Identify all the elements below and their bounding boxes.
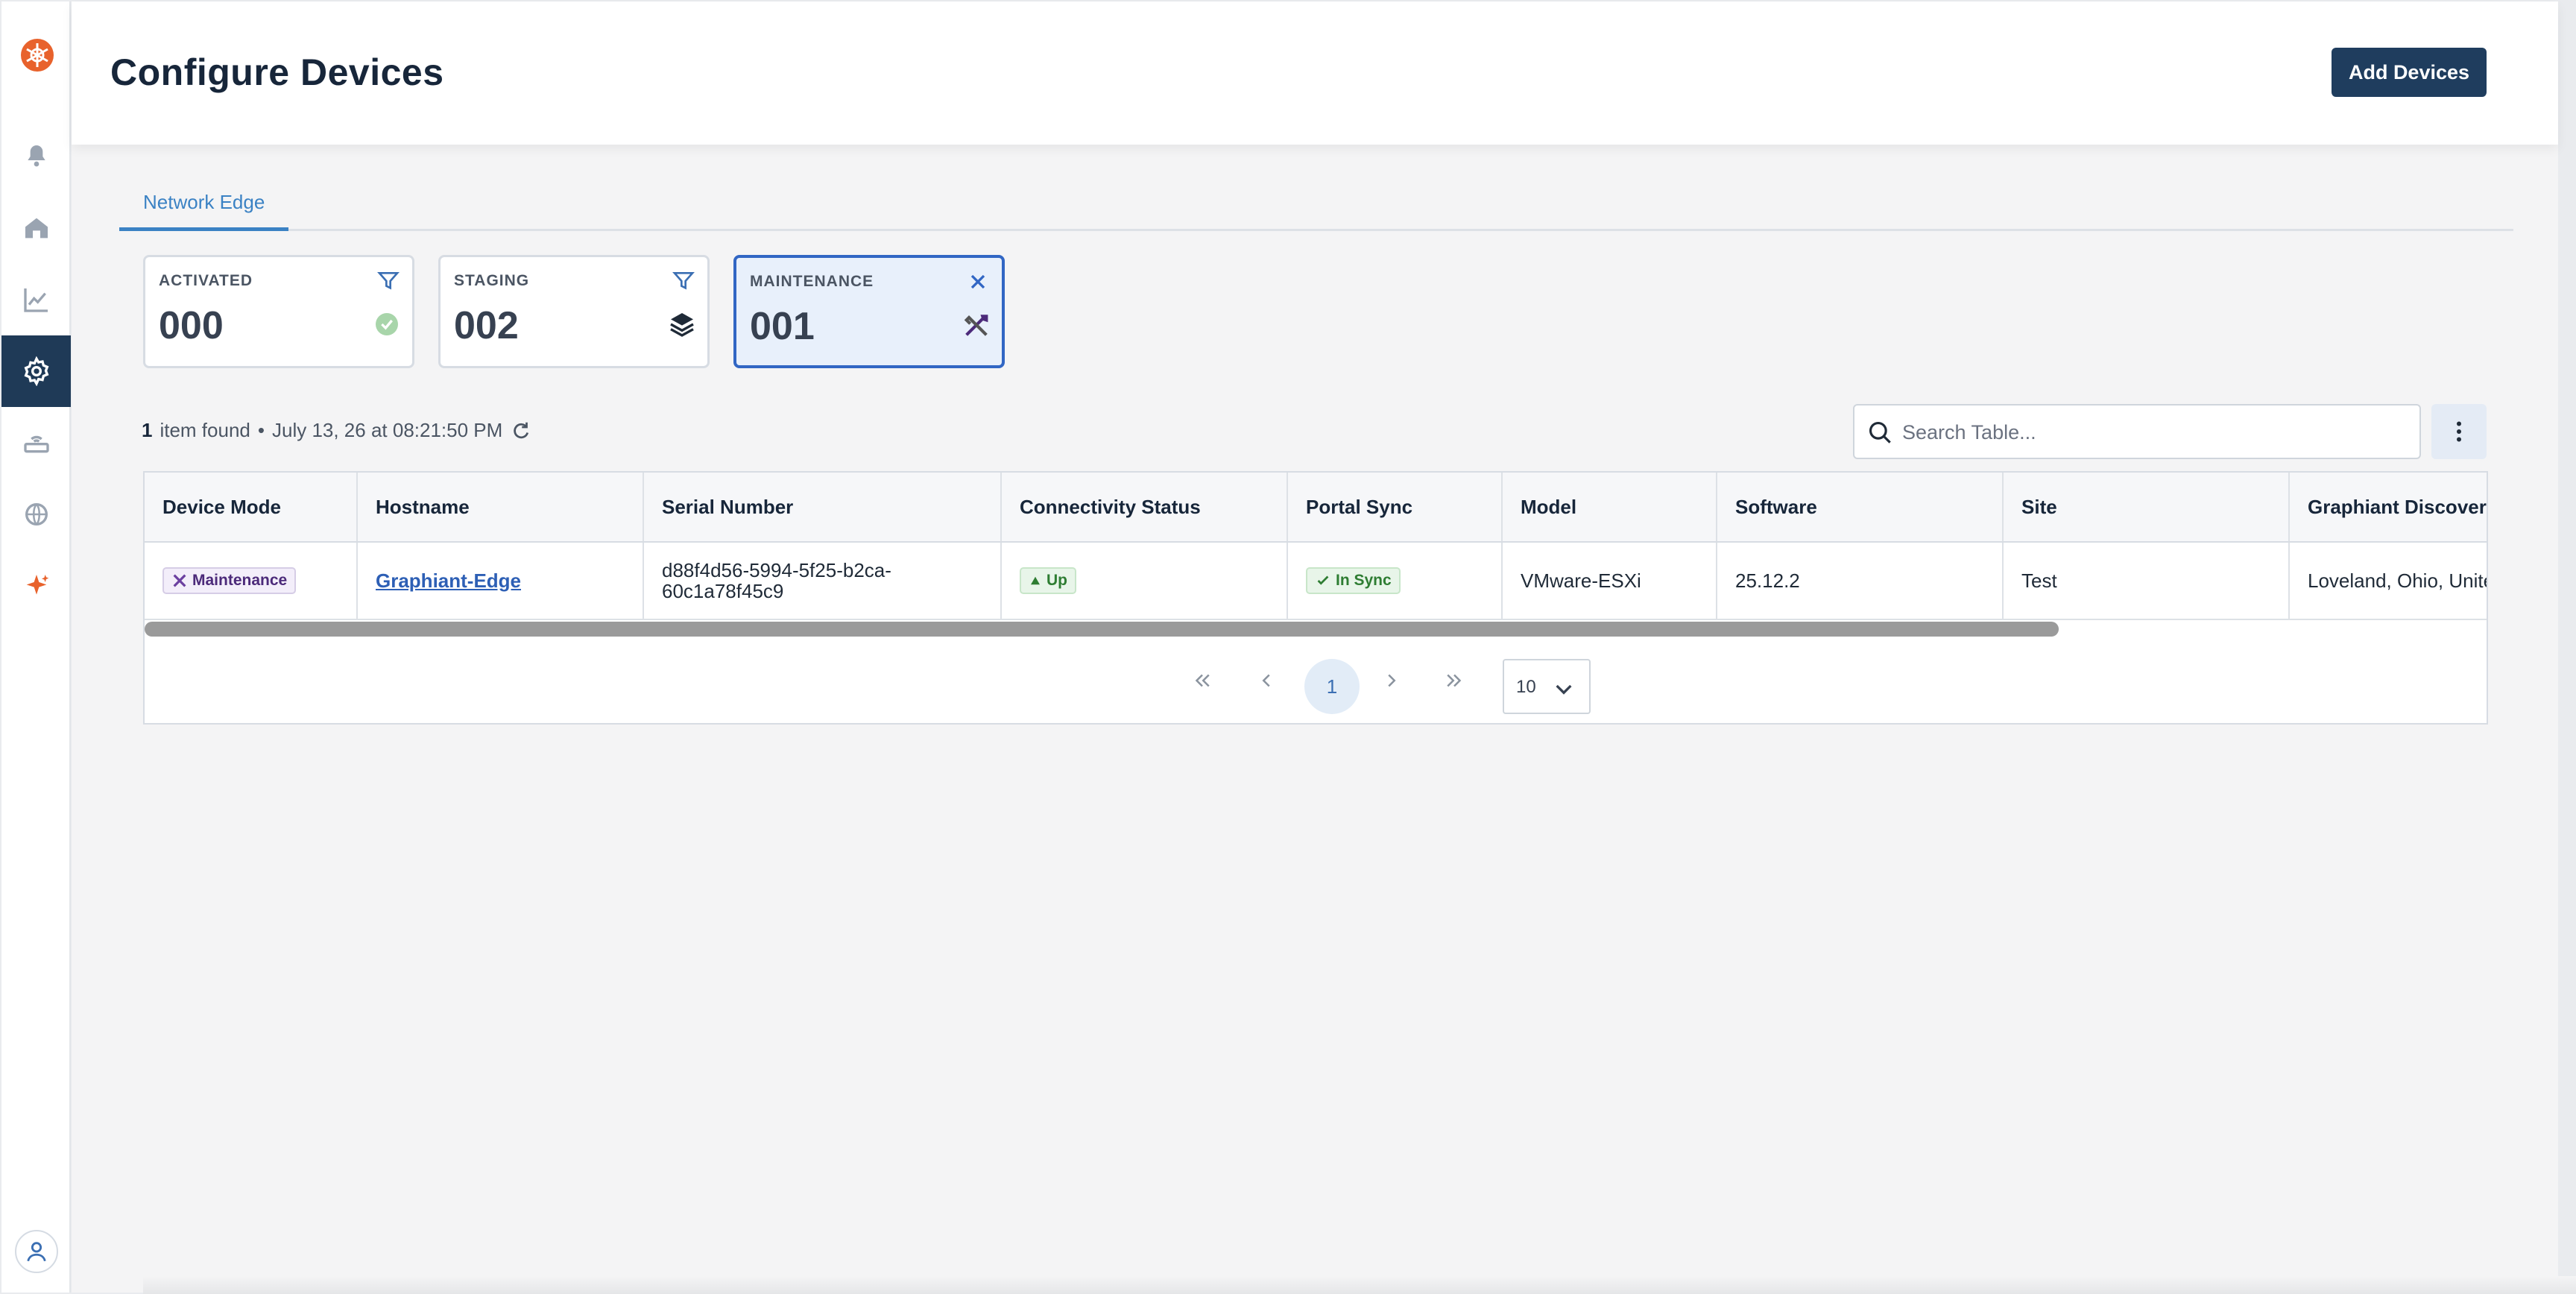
page-title: Configure Devices [110, 51, 444, 93]
gear-icon [24, 356, 48, 386]
first-page-button[interactable] [1184, 662, 1221, 699]
close-icon[interactable] [966, 270, 990, 294]
kebab-menu-icon [2457, 421, 2461, 442]
cell-device-mode: Maintenance [145, 543, 358, 619]
cell-site: Test [2004, 543, 2290, 619]
connectivity-badge: Up [1020, 567, 1076, 594]
search-input[interactable] [1902, 416, 2409, 449]
check-icon [1317, 575, 1329, 585]
column-header-hostname[interactable]: Hostname [358, 473, 644, 541]
card-label: STAGING [454, 272, 530, 289]
cell-portal-sync: In Sync [1288, 543, 1503, 619]
badge-label: Maintenance [192, 572, 288, 589]
filter-icon[interactable] [672, 269, 695, 293]
filter-icon[interactable] [376, 269, 400, 293]
column-header-site[interactable]: Site [2004, 473, 2290, 541]
page-size-select[interactable]: 10 [1503, 659, 1591, 714]
home-icon [25, 218, 48, 239]
user-icon [27, 1242, 46, 1262]
column-header-portal-sync[interactable]: Portal Sync [1288, 473, 1503, 541]
page-header: Configure Devices Add Devices [72, 1, 2558, 145]
main-content: Configure Devices Add Devices Network Ed… [72, 1, 2576, 1294]
cell-hostname: Graphiant-Edge [358, 543, 644, 619]
results-count: 1 [142, 419, 153, 441]
page-number-current[interactable]: 1 [1304, 659, 1360, 714]
column-header-model[interactable]: Model [1503, 473, 1717, 541]
card-label: MAINTENANCE [750, 273, 874, 290]
column-header-software[interactable]: Software [1717, 473, 2004, 541]
badge-label: Up [1046, 572, 1067, 589]
cell-connectivity-status: Up [1002, 543, 1288, 619]
table-header: Device Mode Hostname Serial Number Conne… [145, 473, 2487, 543]
last-updated-timestamp: July 13, 26 at 08:21:50 PM [271, 419, 503, 441]
card-count: 000 [159, 304, 224, 347]
nav-network[interactable] [1, 479, 71, 550]
nav-analytics[interactable] [1, 264, 71, 335]
last-page-button[interactable] [1436, 662, 1473, 699]
tab-bar: Network Edge [119, 177, 2513, 231]
badge-label: In Sync [1336, 572, 1392, 589]
table-row[interactable]: Maintenance Graphiant-Edge d88f4d56-5994… [145, 543, 2487, 620]
chart-line-icon [23, 288, 48, 312]
user-profile-button[interactable] [15, 1230, 58, 1273]
chevron-down-icon [1556, 684, 1572, 695]
graphiant-logo[interactable] [19, 37, 55, 73]
chevrons-right-icon [1447, 674, 1462, 687]
router-icon [23, 435, 49, 453]
status-card-staging[interactable]: STAGING 002 [438, 255, 710, 368]
nav-devices[interactable] [1, 407, 71, 479]
tools-icon [964, 315, 988, 336]
chevrons-left-icon [1195, 674, 1210, 687]
refresh-icon[interactable] [510, 420, 532, 442]
column-header-serial-number[interactable]: Serial Number [644, 473, 1002, 541]
chevron-right-icon [1388, 674, 1396, 687]
status-card-activated[interactable]: ACTIVATED 000 [143, 255, 414, 368]
tools-icon [173, 574, 186, 587]
separator: • [257, 419, 265, 441]
globe-network-icon [25, 503, 48, 526]
sidebar [1, 1, 71, 1293]
results-summary: 1 item found • July 13, 26 at 08:21:50 P… [142, 419, 532, 442]
card-count: 002 [454, 304, 519, 347]
nav-configure[interactable] [1, 335, 71, 407]
next-page-button[interactable] [1373, 662, 1410, 699]
tab-network-edge[interactable]: Network Edge [119, 177, 289, 231]
check-circle-icon [376, 313, 398, 335]
sparkle-icon [26, 575, 48, 595]
search-icon [1869, 421, 1891, 444]
cell-model: VMware-ESXi [1503, 543, 1717, 619]
maintenance-badge: Maintenance [162, 567, 297, 594]
devices-table: Device Mode Hostname Serial Number Conne… [143, 471, 2488, 725]
add-devices-button[interactable]: Add Devices [2332, 48, 2487, 97]
cell-software: 25.12.2 [1717, 543, 2004, 619]
nav-notifications[interactable] [1, 121, 71, 192]
card-count: 001 [750, 305, 815, 348]
column-header-device-mode[interactable]: Device Mode [145, 473, 358, 541]
serial-number: d88f4d56-5994-5f25-b2ca-60c1a78f45c9 [662, 559, 891, 602]
status-card-maintenance[interactable]: MAINTENANCE 001 [733, 255, 1005, 368]
chevron-left-icon [1262, 674, 1270, 687]
page-size-value: 10 [1516, 677, 1536, 697]
bell-icon [27, 145, 45, 167]
hostname-link[interactable]: Graphiant-Edge [376, 569, 521, 593]
triangle-up-icon [1031, 576, 1040, 585]
card-label: ACTIVATED [159, 272, 253, 289]
column-header-connectivity-status[interactable]: Connectivity Status [1002, 473, 1288, 541]
pagination: 1 10 [145, 638, 2487, 723]
table-options-button[interactable] [2431, 404, 2487, 459]
nav-home[interactable] [1, 192, 71, 264]
bottom-edge [143, 1276, 2576, 1294]
cell-location: Loveland, Ohio, United States [2308, 569, 2487, 592]
horizontal-scrollbar[interactable] [145, 622, 2059, 637]
search-box [1853, 404, 2421, 459]
column-header-graphiant-discovered[interactable]: Graphiant Discovered [2290, 473, 2487, 541]
results-label: item found [160, 419, 250, 441]
previous-page-button[interactable] [1248, 662, 1285, 699]
cell-serial-number: d88f4d56-5994-5f25-b2ca-60c1a78f45c9 [644, 543, 1002, 619]
layers-icon [670, 313, 694, 337]
nav-ai-assistant[interactable] [1, 550, 71, 622]
portal-sync-badge: In Sync [1306, 567, 1401, 594]
